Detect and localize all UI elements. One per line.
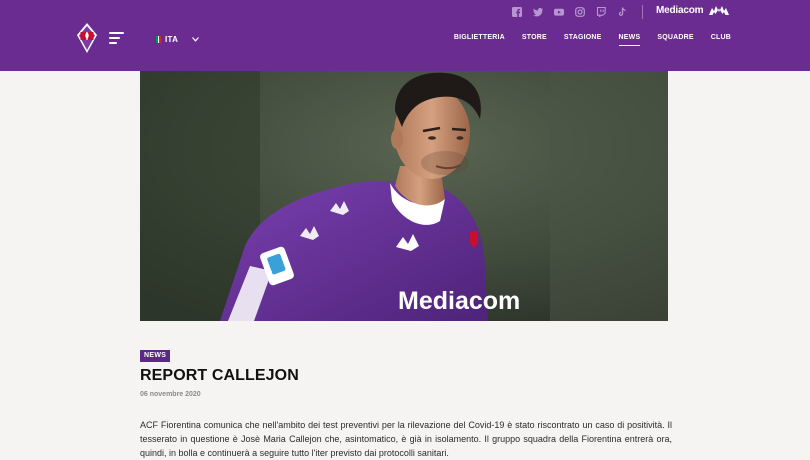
youtube-icon[interactable]: [554, 7, 564, 17]
tiktok-icon[interactable]: [617, 7, 627, 17]
instagram-icon[interactable]: [575, 7, 585, 17]
menu-icon[interactable]: [109, 32, 124, 44]
twitch-icon[interactable]: [596, 7, 606, 17]
player-photo: Mediacom: [140, 71, 668, 321]
language-label: ITA: [165, 34, 179, 44]
italy-flag-icon: [156, 35, 162, 43]
hero-photo: Mediacom: [140, 71, 668, 321]
nav-biglietteria[interactable]: BIGLIETTERIA: [454, 34, 505, 46]
nav-squadre[interactable]: SQUADRE: [657, 34, 693, 46]
main-nav: BIGLIETTERIA STORE STAGIONE NEWS SQUADRE…: [437, 34, 731, 46]
sponsor-logo[interactable]: Mediacom: [656, 5, 704, 16]
article-title: REPORT CALLEJON: [140, 367, 299, 384]
nav-news[interactable]: NEWS: [618, 34, 641, 46]
site-header: ITA Mediacom BIGLIETTERIA STORE STAGIONE…: [0, 0, 810, 71]
category-badge[interactable]: NEWS: [140, 350, 171, 362]
jersey-sponsor-text: Mediacom: [398, 287, 520, 315]
kappa-logo-icon[interactable]: [709, 6, 729, 15]
social-links: [512, 7, 638, 17]
header-divider: [642, 5, 643, 19]
language-selector[interactable]: ITA: [156, 33, 200, 45]
article-date: 06 novembre 2020: [140, 391, 201, 398]
fiorentina-logo-icon[interactable]: [76, 23, 98, 53]
article-body: ACF Fiorentina comunica che nell'ambito …: [140, 420, 672, 458]
nav-club[interactable]: CLUB: [711, 34, 731, 46]
nav-stagione[interactable]: STAGIONE: [564, 34, 602, 46]
chevron-down-icon: [192, 36, 200, 42]
nav-store[interactable]: STORE: [522, 34, 547, 46]
facebook-icon[interactable]: [512, 7, 522, 17]
twitter-icon[interactable]: [533, 7, 543, 17]
